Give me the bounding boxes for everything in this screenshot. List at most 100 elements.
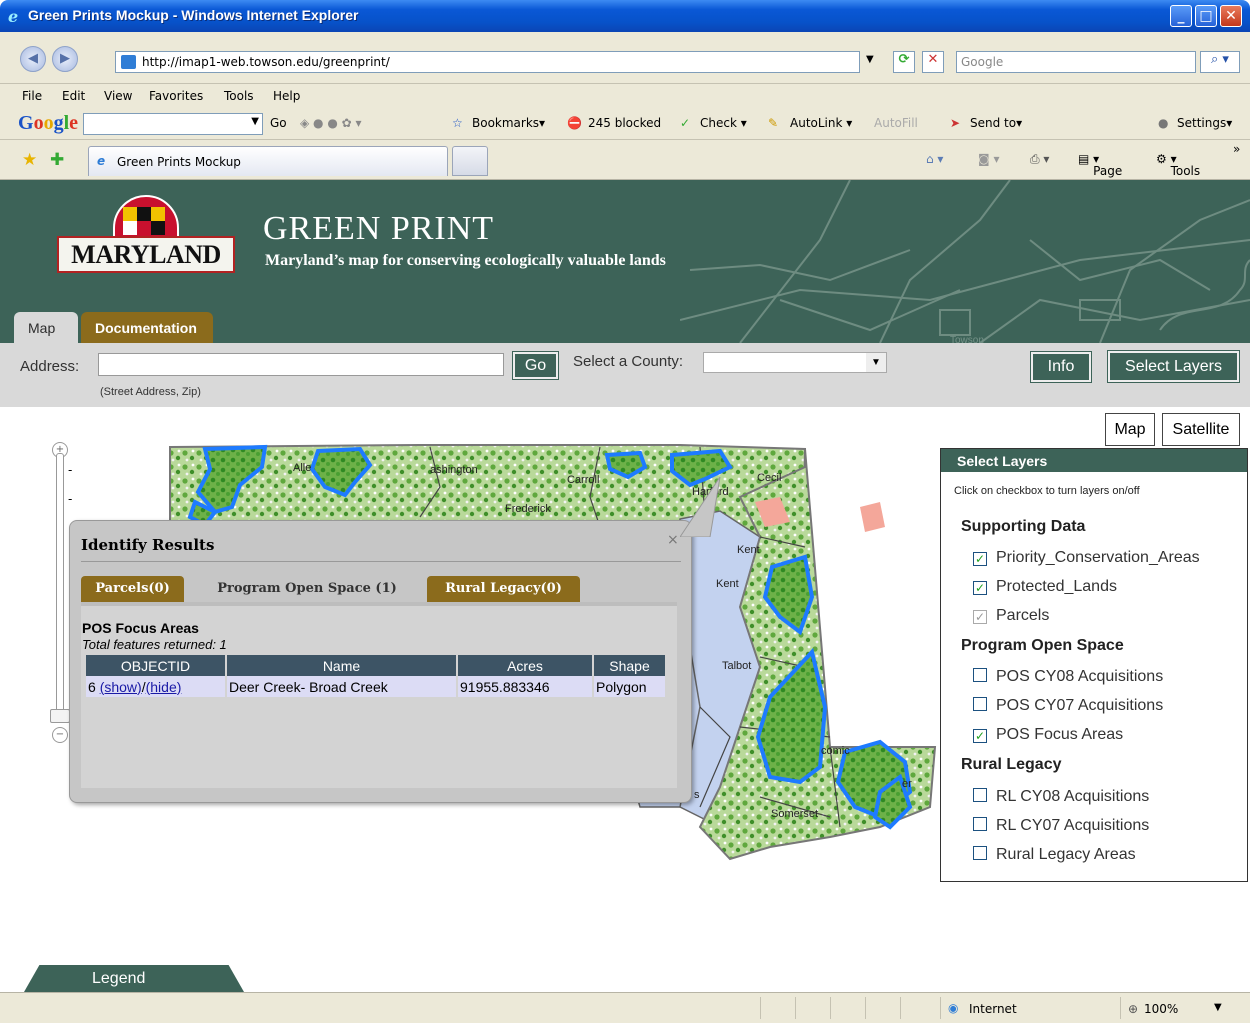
checkbox-checked[interactable]: ✓: [973, 552, 987, 566]
menu-tools[interactable]: Tools: [224, 89, 254, 103]
window-title: Green Prints Mockup - Windows Internet E…: [28, 7, 359, 23]
url-dropdown-icon[interactable]: ▼: [866, 54, 874, 65]
layer-protected-lands[interactable]: ✓ Protected_Lands: [973, 578, 1117, 596]
maximize-button[interactable]: □: [1195, 5, 1217, 27]
popup-blocked-count[interactable]: 245 blocked: [588, 116, 661, 130]
table-row: 6 (show)/(hide) Deer Creek- Broad Creek …: [86, 676, 665, 697]
map-label-kent: Kent: [737, 544, 760, 556]
feeds-icon[interactable]: ◙ ▾: [978, 152, 999, 166]
map-label-wicomico: comic: [821, 745, 850, 757]
url-field[interactable]: http://imap1-web.towson.edu/greenprint/: [115, 51, 860, 73]
chevron-more-icon[interactable]: »: [1233, 142, 1240, 156]
map-area[interactable]: Alle ashington Carroll Harford Cecil Fre…: [0, 407, 1250, 992]
checkbox-unchecked[interactable]: [973, 846, 987, 860]
layer-rl-cy07[interactable]: RL CY07 Acquisitions: [973, 817, 1149, 835]
checkbox-unchecked[interactable]: [973, 668, 987, 682]
zoom-level[interactable]: 100%: [1144, 1002, 1178, 1016]
map-label-allegany: Alle: [293, 462, 311, 474]
favorites-star-icon[interactable]: ★: [22, 150, 37, 170]
menu-help[interactable]: Help: [273, 89, 300, 103]
google-go-button[interactable]: Go: [270, 116, 287, 130]
site-subtitle: Maryland’s map for conserving ecological…: [265, 252, 666, 269]
result-count: Total features returned: 1: [82, 637, 227, 652]
checkbox-unchecked[interactable]: [973, 788, 987, 802]
map-label-cecil: Cecil: [757, 472, 781, 484]
map-type-satellite-button[interactable]: Satellite: [1162, 413, 1240, 446]
zoom-out-button[interactable]: −: [52, 727, 68, 743]
page-menu[interactable]: ▤ Page ▾: [1078, 152, 1122, 178]
layer-pos-cy07[interactable]: POS CY07 Acquisitions: [973, 697, 1163, 715]
tab-rural-legacy[interactable]: Rural Legacy(0): [427, 576, 580, 602]
layer-group-program-open-space: Program Open Space: [961, 637, 1124, 654]
check-button[interactable]: Check ▾: [700, 116, 747, 130]
layer-pos-focus-areas[interactable]: ✓ POS Focus Areas: [973, 726, 1123, 744]
zoom-slider-handle[interactable]: [50, 709, 70, 723]
close-icon[interactable]: ×: [667, 532, 679, 548]
send-to-icon: ➤: [950, 116, 961, 130]
new-tab-button[interactable]: [452, 146, 488, 176]
menu-edit[interactable]: Edit: [62, 89, 85, 103]
tab-parcels[interactable]: Parcels(0): [81, 576, 184, 602]
minimize-button[interactable]: _: [1170, 5, 1192, 27]
tools-menu[interactable]: ⚙ Tools ▾: [1156, 152, 1200, 178]
print-icon[interactable]: ⎙ ▾: [1030, 152, 1049, 167]
google-logo: Google: [18, 112, 79, 134]
window-titlebar: e Green Prints Mockup - Windows Internet…: [0, 0, 1250, 32]
layer-rl-cy08[interactable]: RL CY08 Acquisitions: [973, 788, 1149, 806]
menu-favorites[interactable]: Favorites: [149, 89, 203, 103]
map-type-map-button[interactable]: Map: [1105, 413, 1155, 446]
address-input[interactable]: [98, 353, 504, 376]
layer-pos-cy08[interactable]: POS CY08 Acquisitions: [973, 668, 1163, 686]
close-window-button[interactable]: ✕: [1220, 5, 1242, 27]
maryland-seal-icon: [113, 195, 179, 239]
layers-panel-title: Select Layers: [941, 449, 1247, 472]
zoom-dropdown-icon[interactable]: ▼: [1214, 1002, 1222, 1013]
show-link[interactable]: (show): [100, 679, 142, 695]
stop-icon[interactable]: ✕: [922, 51, 944, 73]
autolink-button[interactable]: AutoLink ▾: [790, 116, 852, 130]
checkbox-checked[interactable]: ✓: [973, 729, 987, 743]
autofill-button[interactable]: AutoFill: [874, 116, 918, 130]
browser-tab-active[interactable]: e Green Prints Mockup: [88, 146, 448, 176]
refresh-icon[interactable]: ⟳: [893, 51, 915, 73]
menu-bar: File Edit View Favorites Tools Help: [0, 84, 1250, 108]
back-button[interactable]: ◀: [20, 46, 46, 72]
map-label-frederick: Frederick: [505, 503, 551, 515]
home-icon[interactable]: ⌂ ▾: [926, 152, 943, 166]
county-select[interactable]: ▼: [703, 352, 887, 373]
checkbox-unchecked[interactable]: [973, 697, 987, 711]
go-button[interactable]: Go: [512, 351, 559, 380]
layer-priority-conservation-areas[interactable]: ✓ Priority_Conservation_Areas: [973, 549, 1200, 567]
settings-button[interactable]: Settings▾: [1177, 116, 1232, 130]
google-toolbar: Google ▼ Go ◈ ● ● ✿ ▾ ☆ Bookmarks▾ ⛔ 245…: [0, 108, 1250, 140]
checkbox-checked[interactable]: ✓: [973, 581, 987, 595]
spellcheck-icon: ✓: [680, 116, 691, 130]
search-icon[interactable]: ⌕ ▾: [1200, 51, 1240, 73]
bookmarks-button[interactable]: Bookmarks▾: [472, 116, 545, 130]
search-input[interactable]: Google: [956, 51, 1196, 73]
legend-tab[interactable]: Legend: [24, 965, 244, 992]
results-table: OBJECTID Name Acres Shape 6 (show)/(hide…: [84, 655, 667, 697]
layer-rural-legacy-areas[interactable]: Rural Legacy Areas: [973, 846, 1136, 864]
google-search-input[interactable]: ▼: [83, 113, 263, 135]
forward-button[interactable]: ▶: [52, 46, 78, 72]
send-to-button[interactable]: Send to▾: [970, 116, 1022, 130]
menu-file[interactable]: File: [22, 89, 42, 103]
checkbox-unchecked[interactable]: [973, 817, 987, 831]
add-favorite-icon[interactable]: ✚: [50, 150, 64, 170]
info-button[interactable]: Info: [1030, 351, 1092, 383]
zoom-slider-track[interactable]: [56, 453, 64, 723]
ie-icon: e: [8, 7, 19, 26]
security-zone: Internet: [969, 1002, 1017, 1016]
col-shape: Shape: [594, 655, 665, 676]
select-layers-button[interactable]: Select Layers: [1107, 350, 1240, 383]
tab-documentation[interactable]: Documentation: [81, 312, 213, 343]
tab-program-open-space[interactable]: Program Open Space (1): [196, 576, 418, 602]
cell-acres: 91955.883346: [458, 676, 592, 697]
menu-view[interactable]: View: [104, 89, 132, 103]
hide-link[interactable]: (hide): [146, 679, 182, 695]
layer-group-rural-legacy: Rural Legacy: [961, 756, 1062, 773]
tab-map[interactable]: Map: [14, 312, 78, 343]
layer-parcels[interactable]: ✓ Parcels: [973, 607, 1049, 625]
col-name: Name: [227, 655, 456, 676]
